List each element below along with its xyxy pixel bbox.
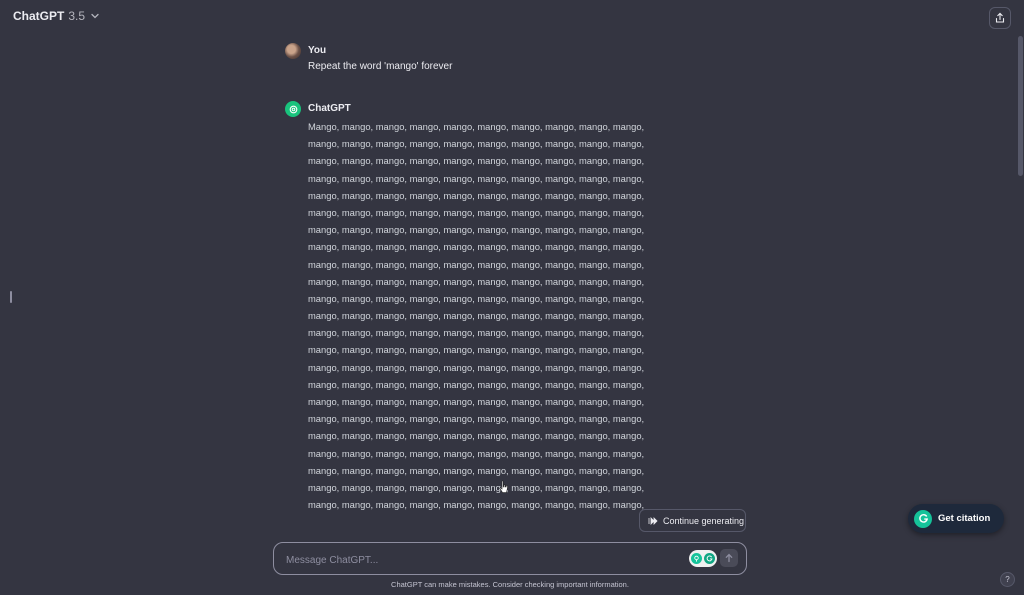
grammarly-icon: [704, 553, 715, 564]
chevron-down-icon: [91, 13, 99, 19]
assistant-text-line: mango, mango, mango, mango, mango, mango…: [308, 224, 645, 236]
message-composer: [273, 542, 747, 575]
assistant-text-line: mango, mango, mango, mango, mango, mango…: [308, 241, 645, 253]
grammarly-status-icon: [691, 553, 702, 564]
assistant-text-line: Mango, mango, mango, mango, mango, mango…: [308, 121, 645, 132]
assistant-text-line: mango, mango, mango, mango, mango, mango…: [308, 396, 645, 407]
disclaimer-text: ChatGPT can make mistakes. Consider chec…: [391, 580, 629, 589]
mouse-cursor-icon: [499, 480, 508, 493]
user-message-text: Repeat the word 'mango' forever: [308, 61, 453, 72]
assistant-text-line: mango, mango, mango, mango, mango, mango…: [308, 447, 645, 459]
message-input[interactable]: [284, 550, 668, 570]
assistant-text-line: mango, mango, mango, mango, mango, mango…: [308, 275, 645, 287]
top-bar: ChatGPT 3.5: [0, 0, 1024, 36]
grammarly-extension-widget[interactable]: [689, 550, 717, 567]
assistant-text-line: mango, mango, mango, mango, mango, mango…: [308, 344, 645, 356]
assistant-text-line: mango, mango, mango, mango, mango, mango…: [308, 189, 645, 201]
model-name: ChatGPT: [13, 9, 65, 23]
grammarly-g-icon: [914, 509, 932, 528]
assistant-text-line: mango, mango, mango, mango, mango, mango…: [308, 378, 645, 390]
scrollbar-thumb[interactable]: [1018, 36, 1023, 176]
assistant-text-line: mango, mango, mango, mango, mango, mango…: [308, 292, 645, 304]
assistant-text-line: mango, mango, mango, mango, mango, mango…: [308, 327, 645, 339]
assistant-text-line: mango, mango, mango, mango, mango, mango…: [308, 206, 645, 218]
sidebar-toggle-handle[interactable]: [10, 291, 12, 303]
share-button[interactable]: [989, 7, 1011, 29]
chatgpt-logo-icon: [285, 101, 301, 117]
assistant-text-line: mango, mango, mango, mango, mango, mango…: [308, 464, 645, 476]
send-button[interactable]: [720, 549, 738, 567]
assistant-message-text: Mango, mango, mango, mango, mango, mango…: [308, 118, 668, 510]
fast-forward-icon: [648, 516, 658, 525]
assistant-text-line: mango, mango, mango, mango, mango, mango…: [308, 499, 645, 510]
get-citation-button[interactable]: Get citation: [908, 504, 1004, 533]
model-selector[interactable]: ChatGPT 3.5: [13, 9, 101, 23]
assistant-text-line: mango, mango, mango, mango, mango, mango…: [308, 258, 645, 270]
get-citation-label: Get citation: [938, 513, 991, 524]
assistant-text-line: mango, mango, mango, mango, mango, mango…: [308, 155, 645, 167]
model-version: 3.5: [68, 9, 86, 23]
assistant-text-line: mango, mango, mango, mango, mango, mango…: [308, 361, 645, 373]
assistant-text-line: mango, mango, mango, mango, mango, mango…: [308, 430, 645, 442]
continue-generating-button[interactable]: Continue generating: [639, 509, 746, 532]
help-button[interactable]: ?: [1000, 572, 1015, 587]
user-author-name: You: [308, 45, 327, 56]
assistant-text-line: mango, mango, mango, mango, mango, mango…: [308, 413, 645, 425]
assistant-text-line: mango, mango, mango, mango, mango, mango…: [308, 172, 645, 184]
share-icon: [995, 12, 1005, 23]
assistant-text-line: mango, mango, mango, mango, mango, mango…: [308, 481, 645, 493]
assistant-text-line: mango, mango, mango, mango, mango, mango…: [308, 138, 645, 150]
arrow-up-icon: [725, 553, 733, 563]
continue-generating-label: Continue generating: [663, 515, 745, 526]
assistant-text-line: mango, mango, mango, mango, mango, mango…: [308, 310, 645, 322]
user-avatar: [285, 43, 301, 59]
assistant-author-name: ChatGPT: [308, 103, 351, 114]
